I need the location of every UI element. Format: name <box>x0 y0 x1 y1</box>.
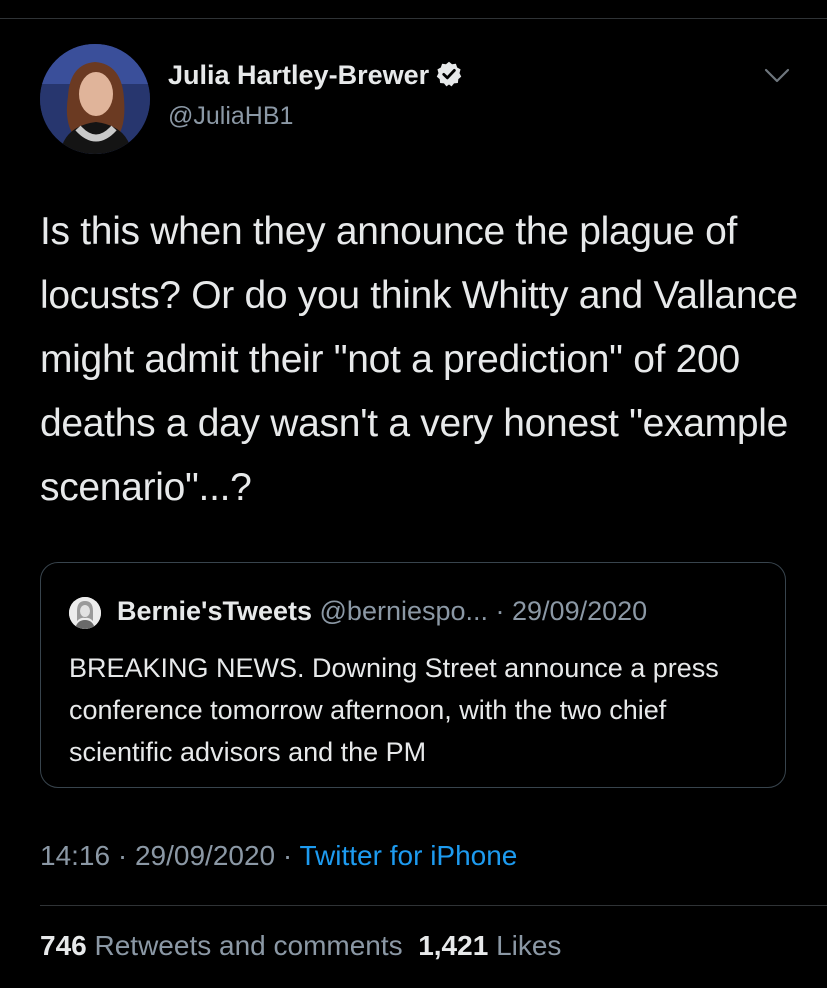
likes-label: Likes <box>496 930 562 961</box>
quoted-author-name: Bernie'sTweets <box>117 596 312 626</box>
author-name[interactable]: Julia Hartley-Brewer <box>168 60 463 91</box>
tweet-source-link[interactable]: Twitter for iPhone <box>300 840 518 871</box>
retweets-count: 746 <box>40 930 87 961</box>
meta-separator-1: · <box>110 840 135 871</box>
tweet-text: Is this when they announce the plague of… <box>40 210 798 509</box>
quoted-tweet-card[interactable]: Bernie'sTweets @berniespo... · 29/09/202… <box>40 562 786 788</box>
top-divider <box>0 18 827 19</box>
quoted-tweet-text: BREAKING NEWS. Downing Street announce a… <box>69 653 719 767</box>
quoted-author-handle: @berniespo... <box>319 596 489 626</box>
meta-separator-2: · <box>275 840 300 871</box>
author-name-text[interactable]: Julia Hartley-Brewer <box>168 60 429 90</box>
verified-badge-icon <box>436 61 462 87</box>
likes-stat[interactable]: 1,421 Likes <box>418 930 561 961</box>
quoted-separator: · <box>488 596 513 626</box>
tweet-meta: 14:16 · 29/09/2020 · Twitter for iPhone <box>40 840 517 872</box>
quoted-tweet-header: Bernie'sTweets @berniespo... · 29/09/202… <box>117 596 647 627</box>
tweet-stats: 746 Retweets and comments 1,421 Likes <box>40 930 561 962</box>
tweet-date: 29/09/2020 <box>134 840 276 871</box>
likes-count: 1,421 <box>418 930 489 961</box>
stats-divider <box>40 905 827 906</box>
retweets-label: Retweets and comments <box>94 930 403 961</box>
chevron-down-icon[interactable] <box>764 68 790 84</box>
retweets-stat[interactable]: 746 Retweets and comments <box>40 930 403 961</box>
author-handle[interactable]: @JuliaHB1 <box>168 102 293 131</box>
quoted-author-avatar <box>69 597 101 629</box>
author-avatar[interactable] <box>40 44 150 154</box>
tweet-time: 14:16 <box>40 840 111 871</box>
quoted-date: 29/09/2020 <box>512 596 648 626</box>
